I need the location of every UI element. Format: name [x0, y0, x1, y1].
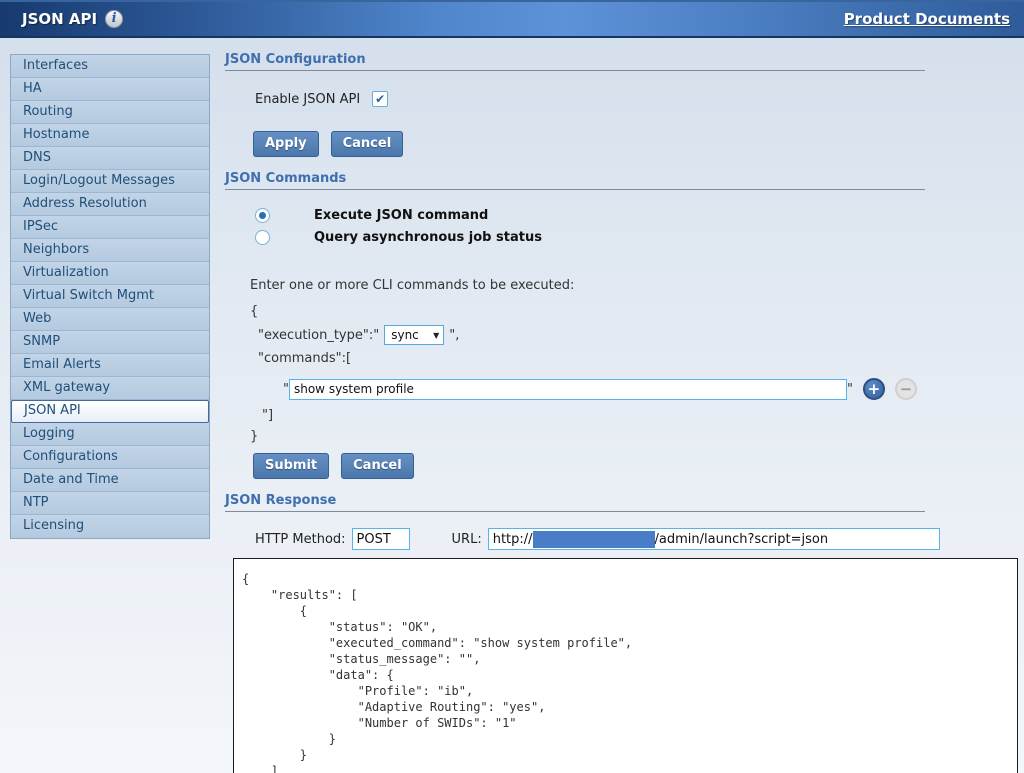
code-close-brace: }	[250, 426, 1024, 447]
sidebar-item-neighbors[interactable]: Neighbors	[11, 239, 209, 262]
http-method-input[interactable]	[352, 528, 410, 550]
top-bar: JSON API i Product Documents	[0, 0, 1024, 38]
chevron-down-icon: ▼	[433, 331, 439, 340]
command-close-quote: "	[847, 382, 853, 397]
url-host-redaction	[533, 531, 655, 548]
sidebar-item-snmp[interactable]: SNMP	[11, 331, 209, 354]
add-command-button[interactable]: +	[863, 378, 885, 400]
sidebar-item-routing[interactable]: Routing	[11, 101, 209, 124]
sidebar-item-email-alerts[interactable]: Email Alerts	[11, 354, 209, 377]
url-prefix: http://	[493, 532, 533, 547]
radio-execute[interactable]	[255, 208, 270, 223]
sidebar-item-dns[interactable]: DNS	[11, 147, 209, 170]
cli-command-input[interactable]	[289, 379, 847, 400]
http-method-label: HTTP Method:	[255, 532, 346, 547]
command-builder: { "execution_type":" sync ▼ ", "commands…	[250, 301, 1024, 447]
sidebar-item-xml-gateway[interactable]: XML gateway	[11, 377, 209, 400]
radio-query[interactable]	[255, 230, 270, 245]
json-response-header: JSON Response	[225, 493, 925, 512]
json-response-output[interactable]: { "results": [ { "status": "OK", "execut…	[233, 558, 1018, 773]
cli-instructions: Enter one or more CLI commands to be exe…	[250, 278, 1024, 293]
execution-type-prefix: "execution_type":"	[258, 328, 379, 343]
sidebar-item-date-and-time[interactable]: Date and Time	[11, 469, 209, 492]
sidebar: InterfacesHARoutingHostnameDNSLogin/Logo…	[10, 54, 210, 539]
main-content: JSON Configuration Enable JSON API Apply…	[210, 38, 1024, 773]
enable-json-api-checkbox[interactable]	[372, 91, 388, 107]
sidebar-item-licensing[interactable]: Licensing	[11, 515, 209, 538]
url-suffix: /admin/launch?script=json	[655, 532, 829, 547]
json-response-title: JSON Response	[225, 493, 336, 508]
json-commands-header: JSON Commands	[225, 171, 925, 190]
sidebar-item-web[interactable]: Web	[11, 308, 209, 331]
sidebar-item-address-resolution[interactable]: Address Resolution	[11, 193, 209, 216]
url-label: URL:	[452, 532, 482, 547]
submit-button[interactable]: Submit	[253, 453, 329, 479]
execution-type-value: sync	[391, 328, 419, 342]
sidebar-item-hostname[interactable]: Hostname	[11, 124, 209, 147]
sidebar-item-ha[interactable]: HA	[11, 78, 209, 101]
sidebar-item-virtualization[interactable]: Virtualization	[11, 262, 209, 285]
json-commands-title: JSON Commands	[225, 171, 346, 186]
apply-button[interactable]: Apply	[253, 131, 319, 157]
url-input[interactable]: http:// /admin/launch?script=json	[488, 528, 940, 550]
sidebar-item-logging[interactable]: Logging	[11, 423, 209, 446]
json-configuration-title: JSON Configuration	[225, 52, 366, 67]
sidebar-item-configurations[interactable]: Configurations	[11, 446, 209, 469]
radio-execute-label: Execute JSON command	[314, 208, 488, 223]
config-cancel-button[interactable]: Cancel	[331, 131, 404, 157]
commands-cancel-button[interactable]: Cancel	[341, 453, 414, 479]
execution-type-suffix: ",	[449, 328, 459, 343]
sidebar-item-json-api[interactable]: JSON API	[11, 400, 209, 423]
page-title: JSON API	[22, 10, 97, 28]
code-open-brace: {	[250, 301, 1024, 322]
commands-suffix: "]	[262, 405, 1024, 426]
enable-json-api-label: Enable JSON API	[255, 92, 360, 107]
sidebar-item-login-logout-messages[interactable]: Login/Logout Messages	[11, 170, 209, 193]
remove-command-button[interactable]: −	[895, 378, 917, 400]
sidebar-item-interfaces[interactable]: Interfaces	[11, 55, 209, 78]
commands-prefix: "commands":[	[258, 348, 1024, 369]
sidebar-item-ipsec[interactable]: IPSec	[11, 216, 209, 239]
json-configuration-header: JSON Configuration	[225, 52, 925, 71]
sidebar-item-ntp[interactable]: NTP	[11, 492, 209, 515]
radio-query-label: Query asynchronous job status	[314, 230, 542, 245]
sidebar-item-virtual-switch-mgmt[interactable]: Virtual Switch Mgmt	[11, 285, 209, 308]
execution-type-select[interactable]: sync ▼	[384, 325, 444, 345]
product-documents-link[interactable]: Product Documents	[844, 10, 1010, 28]
info-icon[interactable]: i	[105, 10, 123, 28]
